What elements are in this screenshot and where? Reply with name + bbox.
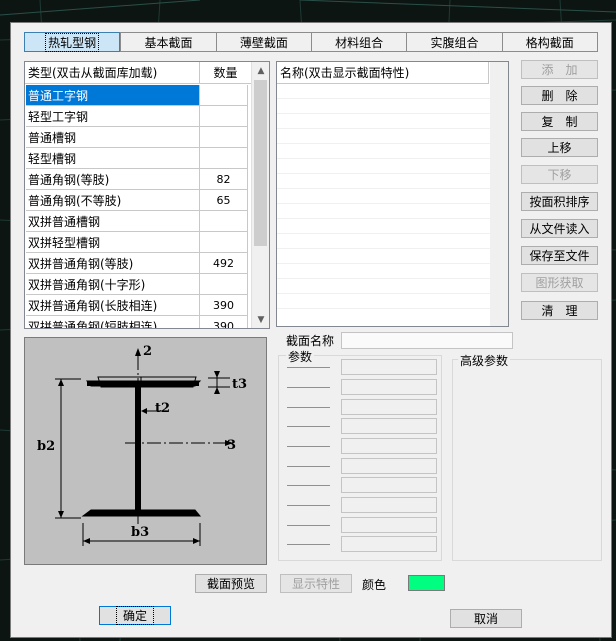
color-swatch[interactable] — [408, 575, 445, 591]
scroll-up-icon[interactable]: ▲ — [252, 62, 269, 79]
list-item[interactable]: 双拼普通槽钢 — [26, 211, 248, 232]
param-input[interactable] — [341, 379, 437, 395]
scroll-down-icon[interactable]: ▼ — [252, 311, 269, 328]
section-name-input[interactable] — [341, 332, 513, 349]
section-diagram: 2 3 t3 t2 b2 b3 — [24, 337, 267, 565]
list-item[interactable]: 双拼普通角钢(等肢) 492 — [26, 253, 248, 274]
advanced-params-group — [452, 359, 602, 561]
list-item[interactable]: 双拼普通角钢(长肢相连) 390 — [26, 295, 248, 316]
add-button[interactable]: 添 加 — [521, 60, 598, 79]
list-item[interactable]: 轻型工字钢 — [26, 106, 248, 127]
list-item[interactable]: 普通角钢(不等肢) 65 — [26, 190, 248, 211]
section-name-label: 截面名称 — [286, 334, 335, 348]
clear-button[interactable]: 清 理 — [521, 301, 598, 320]
color-label: 颜色 — [362, 578, 387, 592]
column-header-count[interactable]: 数量 — [200, 62, 252, 84]
axis-3-label: 3 — [227, 438, 236, 453]
param-input[interactable] — [341, 458, 437, 474]
cancel-button[interactable]: 取消 — [450, 609, 522, 628]
axis-2-label: 2 — [143, 344, 152, 359]
save-to-file-button[interactable]: 保存至文件 — [521, 246, 598, 265]
section-properties-list[interactable]: 名称(双击显示截面特性) — [276, 61, 509, 327]
copy-button[interactable]: 复 制 — [521, 112, 598, 131]
shape-capture-button[interactable]: 图形获取 — [521, 273, 598, 292]
ok-button[interactable]: 确定 — [99, 606, 171, 625]
sort-by-area-button[interactable]: 按面积排序 — [521, 192, 598, 211]
tab-hot-rolled[interactable]: 热轧型钢 — [24, 32, 121, 52]
b2-label: b2 — [37, 439, 55, 454]
param-input[interactable] — [341, 497, 437, 513]
column-header-name[interactable]: 名称(双击显示截面特性) — [277, 62, 489, 84]
section-library-list[interactable]: 类型(双击从截面库加载) 数量 普通工字钢 轻型工字钢 普通槽钢 轻型槽钢 普通… — [24, 61, 270, 329]
list-item[interactable]: 双拼轻型槽钢 — [26, 232, 248, 253]
library-scrollbar[interactable]: ▲ ▼ — [251, 62, 269, 328]
i-beam-diagram: 2 3 t3 t2 b2 b3 — [37, 344, 247, 546]
param-input[interactable] — [341, 438, 437, 454]
params-label: 参数 — [286, 348, 315, 365]
param-input[interactable] — [341, 399, 437, 415]
move-down-button[interactable]: 下移 — [521, 165, 598, 184]
t2-label: t2 — [155, 401, 170, 416]
show-properties-button[interactable]: 显示特性 — [280, 574, 352, 593]
list-item[interactable]: 轻型槽钢 — [26, 148, 248, 169]
list-item[interactable]: 普通槽钢 — [26, 127, 248, 148]
param-input[interactable] — [341, 418, 437, 434]
param-input[interactable] — [341, 536, 437, 552]
param-input[interactable] — [341, 517, 437, 533]
section-preview-button[interactable]: 截面预览 — [195, 574, 267, 593]
list-item[interactable]: 普通角钢(等肢) 82 — [26, 169, 248, 190]
param-input[interactable] — [341, 359, 437, 375]
section-dialog: 热轧型钢 基本截面 薄壁截面 材料组合 实腹组合 格构截面 类型(双击从截面库加… — [10, 22, 612, 638]
tab-solid-web-combo[interactable]: 实腹组合 — [406, 32, 502, 52]
column-header-type[interactable]: 类型(双击从截面库加载) — [25, 62, 200, 84]
tab-material-combo[interactable]: 材料组合 — [310, 32, 407, 52]
scrollbar-thumb[interactable] — [254, 80, 267, 246]
delete-button[interactable]: 删 除 — [521, 86, 598, 105]
tab-basic[interactable]: 基本截面 — [120, 32, 216, 52]
section-tabs: 热轧型钢 基本截面 薄壁截面 材料组合 实腹组合 格构截面 — [24, 32, 598, 52]
move-up-button[interactable]: 上移 — [521, 138, 598, 157]
properties-scrollbar[interactable] — [490, 62, 508, 326]
load-from-file-button[interactable]: 从文件读入 — [521, 219, 598, 238]
library-header: 类型(双击从截面库加载) 数量 — [25, 62, 252, 84]
param-input[interactable] — [341, 477, 437, 493]
t3-label: t3 — [232, 377, 247, 392]
tab-lattice[interactable]: 格构截面 — [501, 32, 598, 52]
list-item[interactable]: 双拼普通角钢(十字形) — [26, 274, 248, 295]
tab-thin-wall[interactable]: 薄壁截面 — [215, 32, 311, 52]
b3-label: b3 — [131, 525, 149, 540]
advanced-params-label: 高级参数 — [458, 352, 511, 369]
list-item[interactable]: 普通工字钢 — [26, 85, 248, 106]
list-item[interactable]: 双拼普通角钢(短肢相连) 390 — [26, 316, 248, 328]
